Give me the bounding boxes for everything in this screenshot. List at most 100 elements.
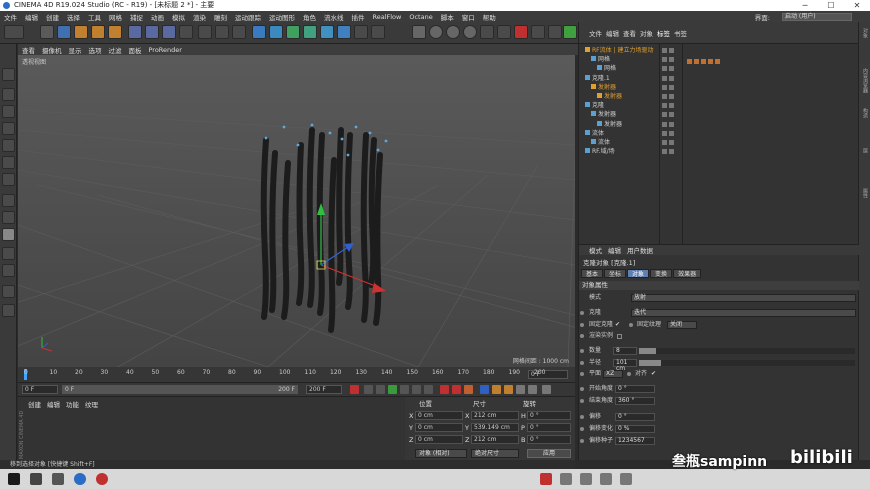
- render-instance-checkbox[interactable]: [617, 334, 622, 339]
- render-picture-viewer-icon[interactable]: [215, 25, 229, 39]
- object-tree-item[interactable]: 流体: [585, 138, 610, 147]
- prev-frame-icon[interactable]: [376, 385, 385, 394]
- animate-dot[interactable]: [580, 399, 584, 403]
- object-tree-item[interactable]: 克隆: [585, 101, 604, 110]
- axis-mode-icon[interactable]: [2, 194, 15, 207]
- start-angle-field[interactable]: 0 °: [615, 385, 655, 393]
- side-tab[interactable]: 构造: [861, 108, 869, 118]
- size-mode-dropdown[interactable]: 绝对尺寸: [471, 449, 519, 458]
- object-tree-item[interactable]: RF.域/场: [585, 147, 615, 156]
- mode-dropdown[interactable]: 放射: [631, 294, 856, 302]
- tray-icon[interactable]: [540, 473, 552, 485]
- object-tree-item[interactable]: 发射器: [585, 92, 622, 101]
- light-icon[interactable]: [371, 25, 385, 39]
- visibility-dot-icon[interactable]: [662, 130, 667, 136]
- viewport-menu-item[interactable]: 选项: [89, 45, 102, 55]
- object-menu-item[interactable]: 对象: [640, 28, 653, 38]
- menu-item[interactable]: 选择: [67, 12, 80, 22]
- object-tree-item[interactable]: 发射器: [585, 110, 616, 119]
- object-menu-item[interactable]: 查看: [623, 28, 636, 38]
- timeline-ruler[interactable]: 0 F 0 10 20 30 40 50 60 70 80 90 100 110 120 130 140 15…: [18, 367, 575, 382]
- tray-icon[interactable]: [580, 473, 592, 485]
- animate-dot[interactable]: [627, 372, 631, 376]
- object-menu-item[interactable]: 标签: [657, 28, 670, 38]
- visibility-dot-icon[interactable]: [662, 103, 667, 109]
- visibility-flags[interactable]: [662, 64, 684, 73]
- object-tree-item[interactable]: 网格: [585, 55, 610, 64]
- count-slider[interactable]: [639, 348, 855, 354]
- attribute-menu-item[interactable]: 编辑: [608, 245, 621, 255]
- menu-item[interactable]: 编辑: [25, 12, 38, 22]
- workplane-icon[interactable]: [2, 122, 15, 135]
- end-frame-field[interactable]: 200 F: [306, 385, 342, 394]
- enabled-check-icon[interactable]: [669, 149, 674, 155]
- viewport-menu-item[interactable]: 面板: [129, 45, 142, 55]
- animate-dot[interactable]: [580, 361, 584, 365]
- record-key-icon[interactable]: [440, 385, 449, 394]
- solo-icon[interactable]: [2, 285, 15, 298]
- x-axis-icon[interactable]: [128, 25, 142, 39]
- object-tree-item[interactable]: 发射器: [585, 83, 616, 92]
- animate-dot[interactable]: [580, 349, 584, 353]
- count-field[interactable]: 8: [613, 347, 637, 355]
- position-field[interactable]: 0 cm: [415, 435, 463, 444]
- viewport-menu-item[interactable]: 摄像机: [42, 45, 62, 55]
- tag-icon[interactable]: [701, 59, 706, 64]
- offset-seed-field[interactable]: 1234567: [615, 437, 655, 445]
- animate-dot[interactable]: [580, 323, 584, 327]
- array-icon[interactable]: [303, 25, 317, 39]
- menu-item[interactable]: 脚本: [441, 12, 454, 22]
- record-icon[interactable]: [514, 25, 528, 39]
- tray-icon[interactable]: [600, 473, 612, 485]
- render-settings-icon[interactable]: [232, 25, 246, 39]
- cinema4d-taskbar-icon[interactable]: [74, 473, 86, 485]
- pla-key-icon[interactable]: [528, 385, 537, 394]
- menu-item[interactable]: 文件: [4, 12, 17, 22]
- octane-icon[interactable]: [412, 25, 426, 39]
- visibility-flags[interactable]: [662, 147, 684, 156]
- end-angle-field[interactable]: 360 °: [615, 397, 655, 405]
- side-tab[interactable]: 属性: [861, 188, 869, 198]
- animate-dot[interactable]: [580, 311, 584, 315]
- close-button[interactable]: ✕: [844, 0, 870, 11]
- sphere-material-2-icon[interactable]: [446, 25, 460, 39]
- enabled-check-icon[interactable]: [669, 94, 674, 99]
- goto-end-icon[interactable]: [424, 385, 433, 394]
- visibility-flags[interactable]: [662, 101, 684, 110]
- material-menu-item[interactable]: 编辑: [47, 399, 60, 409]
- visibility-dot-icon[interactable]: [662, 94, 667, 99]
- visibility-dot-icon[interactable]: [662, 84, 667, 90]
- attribute-menu-item[interactable]: 模式: [589, 245, 602, 255]
- render-view-icon[interactable]: [198, 25, 212, 39]
- object-tree-item[interactable]: RF流体 | 建立力场驱动: [585, 46, 653, 55]
- next-frame-icon[interactable]: [400, 385, 409, 394]
- enabled-check-icon[interactable]: [669, 57, 674, 63]
- size-field[interactable]: 212 cm: [471, 411, 519, 420]
- realflow-icon[interactable]: [563, 25, 577, 39]
- y-axis-icon[interactable]: [145, 25, 159, 39]
- animate-dot[interactable]: [580, 415, 584, 419]
- tag-icon[interactable]: [708, 59, 713, 64]
- visibility-dot-icon[interactable]: [662, 140, 667, 145]
- menu-item[interactable]: 渲染: [193, 12, 206, 22]
- coordinate-system-icon[interactable]: [179, 25, 193, 39]
- visibility-dot-icon[interactable]: [662, 149, 667, 155]
- menu-item[interactable]: 窗口: [462, 12, 475, 22]
- texture-mode-icon[interactable]: [2, 105, 15, 118]
- size-field[interactable]: 539.149 cm: [471, 423, 519, 432]
- visibility-flags[interactable]: [662, 46, 684, 55]
- enabled-check-icon[interactable]: [669, 121, 674, 127]
- enabled-check-icon[interactable]: [669, 75, 674, 81]
- animate-dot[interactable]: [580, 372, 584, 376]
- animate-dot[interactable]: [629, 323, 633, 327]
- menu-item[interactable]: 流水线: [324, 12, 344, 22]
- recorder-taskbar-icon[interactable]: [96, 473, 108, 485]
- tag-icon[interactable]: [687, 59, 692, 64]
- menu-item[interactable]: 模拟: [172, 12, 185, 22]
- visibility-dot-icon[interactable]: [662, 48, 667, 53]
- rotation-field[interactable]: 0 °: [527, 411, 571, 420]
- visibility-dot-icon[interactable]: [662, 112, 667, 118]
- prev-key-icon[interactable]: [364, 385, 373, 394]
- pen-icon[interactable]: [269, 25, 283, 39]
- scale-key-icon[interactable]: [492, 385, 501, 394]
